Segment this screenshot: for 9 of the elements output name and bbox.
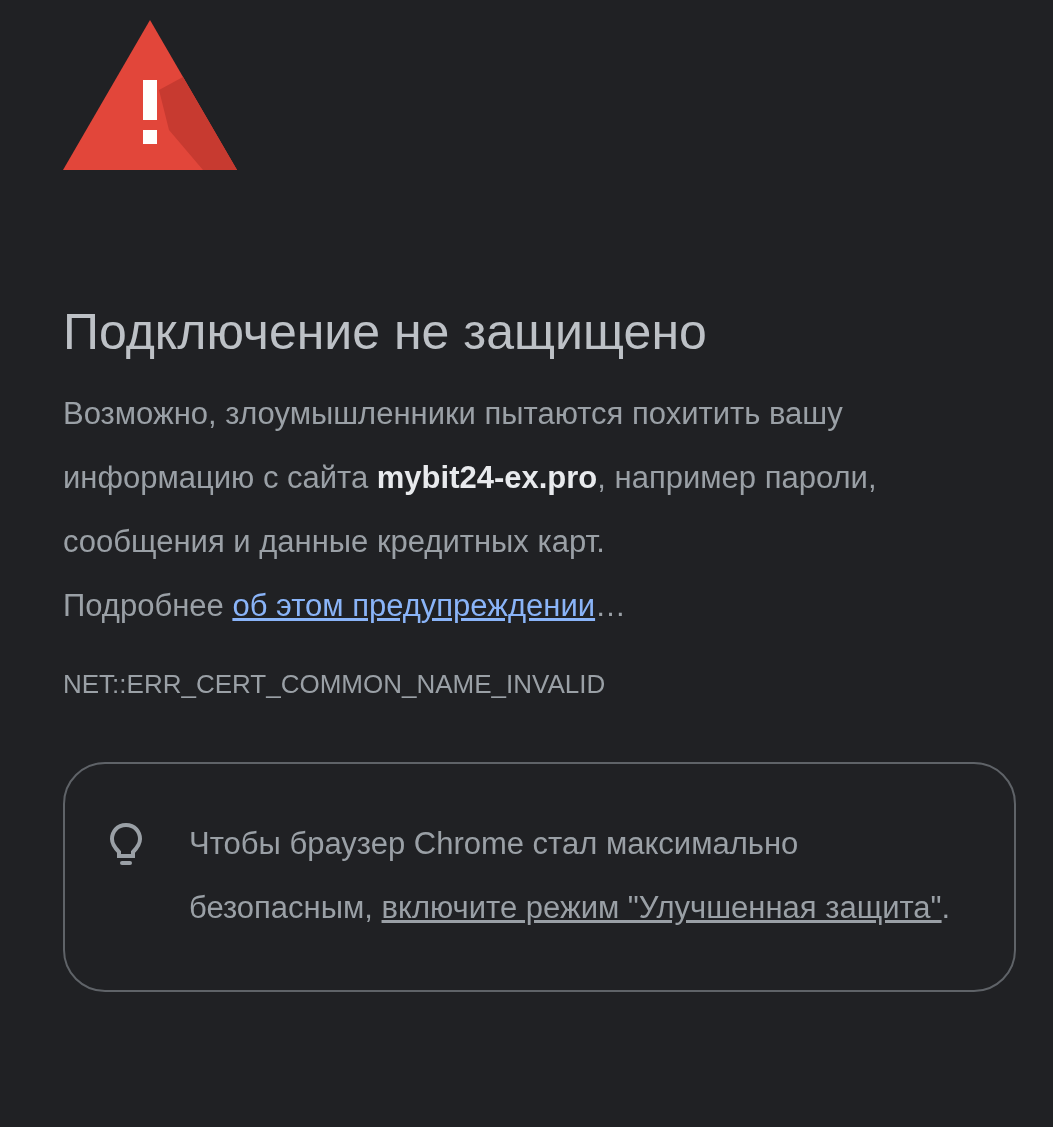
page-title: Подключение не защищено [63,303,708,362]
learn-more-text: Подробнее об этом предупреждении… [63,587,628,625]
error-code: NET::ERR_CERT_COMMON_NAME_INVALID [63,668,607,700]
warning-description: Возможно, злоумышленники пытаются похитить вашу информацию с сайта mybit24-ex.pro, например пароли, сообщения и данные кредитных карт. [63,395,878,561]
lightbulb-icon [109,822,143,868]
enhanced-protection-link[interactable]: включите режим "Улучшенная защита" [381,890,942,925]
tip-text: Чтобы браузер Chrome стал максимально безопасным, включите режим "Улучшенная защита". [189,825,952,927]
warning-icon [63,20,237,170]
learn-more-link[interactable]: об этом предупреждении [232,588,596,623]
